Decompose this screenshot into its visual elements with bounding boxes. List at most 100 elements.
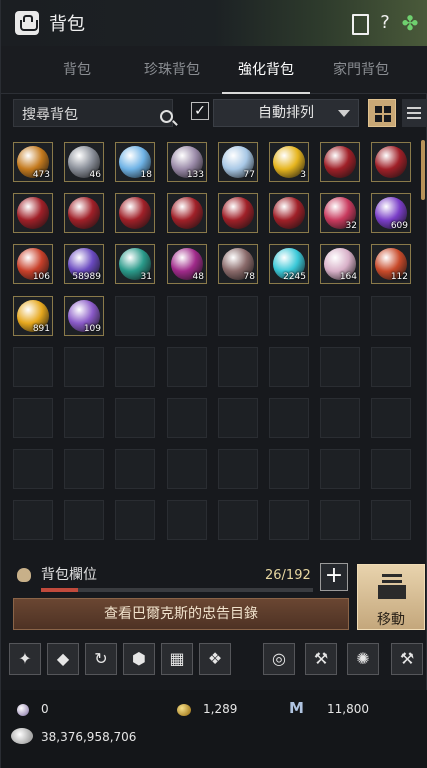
inventory-slot-empty[interactable]	[269, 398, 309, 438]
inventory-grid: 473 46 18 133 77 3 32 609 106 58989 31 48 78 2245 164 1…	[13, 142, 415, 542]
inventory-slot-red-crystal-2[interactable]	[371, 142, 411, 182]
inventory-slot-empty[interactable]	[371, 296, 411, 336]
inventory-slot-red-crystal-3[interactable]	[13, 193, 53, 233]
inventory-slot-empty[interactable]	[218, 500, 258, 540]
target-icon[interactable]: ◎	[263, 643, 295, 675]
inventory-slot-galaxy-orb[interactable]: 48	[167, 244, 207, 284]
move-button[interactable]: 移動	[357, 564, 425, 630]
search-icon[interactable]	[160, 110, 173, 123]
inventory-slot-empty[interactable]	[320, 500, 360, 540]
inventory-slot-empty[interactable]	[115, 500, 155, 540]
inventory-slot-caphras-red[interactable]: 32	[320, 193, 360, 233]
enhance-wand-icon[interactable]: ✦	[9, 643, 41, 675]
transfer-icon	[376, 571, 408, 601]
inventory-slot-sharp-crystal[interactable]: 133	[167, 142, 207, 182]
search-input[interactable]: 搜尋背包	[13, 99, 173, 127]
inventory-slot-empty[interactable]	[269, 500, 309, 540]
inventory-slot-empty[interactable]	[269, 347, 309, 387]
inventory-slot-red-crystal-8[interactable]	[269, 193, 309, 233]
repair-kit-icon[interactable]: ❖	[199, 643, 231, 675]
inventory-slot-empty[interactable]	[13, 347, 53, 387]
pearl-amount: 0	[41, 702, 49, 716]
inventory-slot-empty[interactable]	[320, 398, 360, 438]
sort-label: 自動排列	[258, 105, 314, 121]
swirl-icon[interactable]: ✺	[347, 643, 379, 675]
inventory-slot-empty[interactable]	[218, 398, 258, 438]
inventory-slot-flame-stone[interactable]: 106	[13, 244, 53, 284]
inventory-slot-empty[interactable]	[218, 449, 258, 489]
inventory-slot-red-crystal-4[interactable]	[64, 193, 104, 233]
document-icon[interactable]	[347, 11, 371, 35]
inventory-slot-pearl-stone[interactable]: 164	[320, 244, 360, 284]
red-crystal-8-icon	[273, 197, 305, 229]
inventory-slot-gold-bar[interactable]: 3	[269, 142, 309, 182]
scrollbar[interactable]	[421, 140, 425, 200]
red-crystal-7-icon	[222, 197, 254, 229]
inventory-slot-empty[interactable]	[269, 296, 309, 336]
axe-icon[interactable]: ⚒	[305, 643, 337, 675]
inventory-slot-teal-orb[interactable]: 31	[115, 244, 155, 284]
inventory-slot-empty[interactable]	[115, 449, 155, 489]
inventory-slot-red-crystal-5[interactable]	[115, 193, 155, 233]
inventory-slot-empty[interactable]	[64, 398, 104, 438]
inventory-slot-empty[interactable]	[115, 398, 155, 438]
inventory-slot-amber-stone[interactable]: 891	[13, 296, 53, 336]
silver-icon	[11, 728, 33, 744]
title-bar[interactable]: 背包 ? ✤	[1, 0, 427, 46]
inventory-slot-empty[interactable]	[13, 398, 53, 438]
inventory-slot-empty[interactable]	[115, 296, 155, 336]
tab-enhance-backpack[interactable]: 強化背包	[222, 46, 310, 94]
view-advice-button[interactable]: 查看巴爾克斯的忠告目錄	[13, 598, 349, 630]
inventory-slot-empty[interactable]	[64, 449, 104, 489]
inventory-slot-empty[interactable]	[13, 449, 53, 489]
inventory-slot-red-crystal-7[interactable]	[218, 193, 258, 233]
inventory-slot-empty[interactable]	[371, 449, 411, 489]
inventory-slot-empty[interactable]	[218, 296, 258, 336]
inventory-slot-caphras-purple[interactable]: 609	[371, 193, 411, 233]
help-icon[interactable]: ?	[373, 11, 397, 35]
sort-dropdown[interactable]: 自動排列	[213, 99, 359, 127]
expand-slots-button[interactable]: +	[320, 563, 348, 591]
inventory-slot-cyan-orb[interactable]: 2245	[269, 244, 309, 284]
grid-storage-icon[interactable]: ▦	[161, 643, 193, 675]
capacity-section: 背包欄位 26/192	[1, 562, 351, 602]
inventory-slot-empty[interactable]	[269, 449, 309, 489]
inventory-slot-concentrated-black-stone[interactable]: 18	[115, 142, 155, 182]
inventory-slot-hard-crystal[interactable]: 77	[218, 142, 258, 182]
inventory-slot-empty[interactable]	[371, 347, 411, 387]
inventory-slot-black-stone-armor[interactable]: 473	[13, 142, 53, 182]
inventory-slot-red-crystal-6[interactable]	[167, 193, 207, 233]
list-view-icon[interactable]	[402, 99, 426, 127]
inventory-slot-red-crystal-1[interactable]	[320, 142, 360, 182]
tab-family-backpack[interactable]: 家門背包	[317, 46, 405, 94]
inventory-slot-dark-shard[interactable]: 78	[218, 244, 258, 284]
inventory-slot-empty[interactable]	[167, 398, 207, 438]
inventory-slot-black-stone-weapon[interactable]: 46	[64, 142, 104, 182]
inventory-slot-empty[interactable]	[115, 347, 155, 387]
hex-crystal-icon[interactable]: ⬢	[123, 643, 155, 675]
inventory-slot-empty[interactable]	[218, 347, 258, 387]
inventory-slot-empty[interactable]	[167, 449, 207, 489]
hammer-icon[interactable]: ⚒	[391, 643, 423, 675]
inventory-slot-empty[interactable]	[371, 500, 411, 540]
inventory-slot-empty[interactable]	[320, 296, 360, 336]
inventory-slot-empty[interactable]	[167, 500, 207, 540]
inventory-slot-empty[interactable]	[13, 500, 53, 540]
tab-pearl-backpack[interactable]: 珍珠背包	[128, 46, 216, 94]
inventory-slot-empty[interactable]	[64, 500, 104, 540]
inventory-slot-empty[interactable]	[320, 449, 360, 489]
tab-backpack[interactable]: 背包	[33, 46, 121, 94]
inventory-slot-violet-shard[interactable]: 109	[64, 296, 104, 336]
inventory-slot-red-ore[interactable]: 112	[371, 244, 411, 284]
inventory-slot-empty[interactable]	[371, 398, 411, 438]
gem-fusion-icon[interactable]: ◆	[47, 643, 79, 675]
inventory-slot-spirit-stone[interactable]: 58989	[64, 244, 104, 284]
inventory-slot-empty[interactable]	[167, 347, 207, 387]
grid-view-icon[interactable]	[368, 99, 396, 127]
inventory-slot-empty[interactable]	[320, 347, 360, 387]
inventory-slot-empty[interactable]	[64, 347, 104, 387]
cycle-icon[interactable]: ↻	[85, 643, 117, 675]
clover-icon[interactable]: ✤	[398, 11, 422, 35]
auto-sort-checkbox[interactable]: ✓	[191, 102, 209, 120]
inventory-slot-empty[interactable]	[167, 296, 207, 336]
